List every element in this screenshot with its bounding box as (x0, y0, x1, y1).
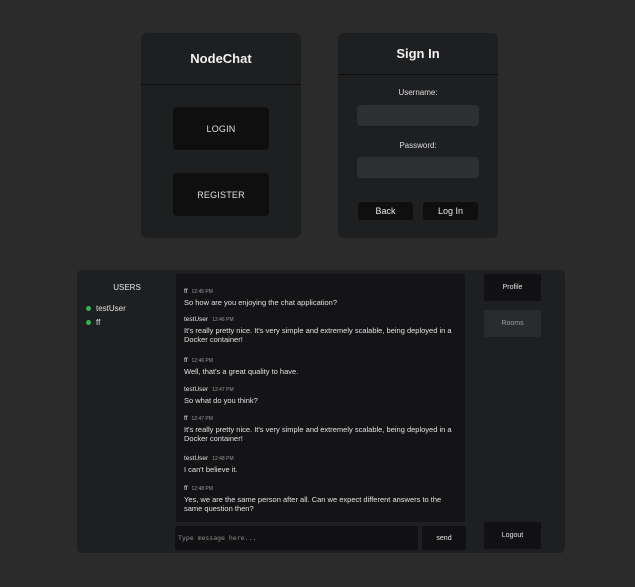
message-item: testUser 12:47 PM So what do you think? (184, 386, 452, 405)
user-name: ff (96, 318, 101, 327)
online-status-icon (86, 306, 91, 311)
user-item[interactable]: ff (86, 318, 100, 327)
message-text: I can't believe it. (184, 465, 238, 474)
message-author: ff (184, 288, 188, 295)
send-button[interactable]: send (422, 526, 466, 550)
profile-button[interactable]: Profile (484, 274, 541, 301)
message-text: Well, that's a great quality to have. (184, 367, 299, 376)
message-item: ff 12:46 PM Well, that's a great quality … (184, 357, 452, 376)
username-label: Username: (398, 88, 438, 97)
back-button[interactable]: Back (358, 202, 413, 220)
message-time: 12:46 PM (191, 358, 213, 364)
logout-button[interactable]: Logout (484, 522, 541, 549)
user-name: testUser (96, 304, 126, 313)
register-button[interactable]: REGISTER (173, 173, 269, 216)
message-item: testUser 12:46 PM It's really pretty nice… (184, 316, 452, 344)
message-author: testUser (184, 455, 209, 462)
password-label: Password: (399, 141, 437, 150)
chat-panel: USERS testUser ff ff 12:45 PM So how are … (77, 270, 565, 553)
users-title: USERS (113, 283, 141, 292)
message-item: ff 12:48 PM Yes, we are the same person a… (184, 485, 452, 513)
user-item[interactable]: testUser (86, 304, 126, 313)
message-list[interactable]: ff 12:45 PM So how are you enjoying the c… (176, 274, 465, 522)
online-status-icon (86, 320, 91, 325)
message-time: 12:47 PM (191, 416, 213, 422)
message-text: So how are you enjoying the chat applica… (184, 298, 338, 307)
login-button[interactable]: LOGIN (173, 107, 269, 150)
signin-card: Sign In Username: Password: Back Log In (338, 33, 498, 238)
message-author: ff (184, 485, 188, 492)
signin-title: Sign In (338, 33, 498, 75)
message-time: 12:48 PM (212, 456, 234, 462)
rooms-button[interactable]: Rooms (484, 310, 541, 337)
message-text: It's really pretty nice. It's very simpl… (184, 425, 452, 443)
nodechat-card: NodeChat LOGIN REGISTER (141, 33, 301, 238)
message-author: testUser (184, 316, 209, 323)
message-text: Yes, we are the same person after all. C… (184, 495, 442, 513)
message-item: ff 12:47 PM It's really pretty nice. It's… (184, 415, 452, 443)
message-time: 12:47 PM (212, 387, 234, 393)
message-item: ff 12:45 PM So how are you enjoying the c… (184, 288, 452, 307)
log-in-button[interactable]: Log In (423, 202, 478, 220)
message-input[interactable] (175, 526, 418, 550)
message-author: ff (184, 357, 188, 364)
username-input[interactable] (357, 105, 479, 126)
message-time: 12:45 PM (191, 289, 213, 295)
message-author: ff (184, 415, 188, 422)
message-item: testUser 12:48 PM I can't believe it. (184, 455, 452, 474)
nodechat-title: NodeChat (141, 33, 301, 85)
message-text: So what do you think? (184, 396, 258, 405)
message-author: testUser (184, 386, 209, 393)
message-text: It's really pretty nice. It's very simpl… (184, 326, 452, 344)
message-time: 12:46 PM (212, 317, 234, 323)
password-input[interactable] (357, 157, 479, 178)
users-sidebar: USERS testUser ff (77, 270, 177, 553)
message-time: 12:48 PM (191, 486, 213, 492)
